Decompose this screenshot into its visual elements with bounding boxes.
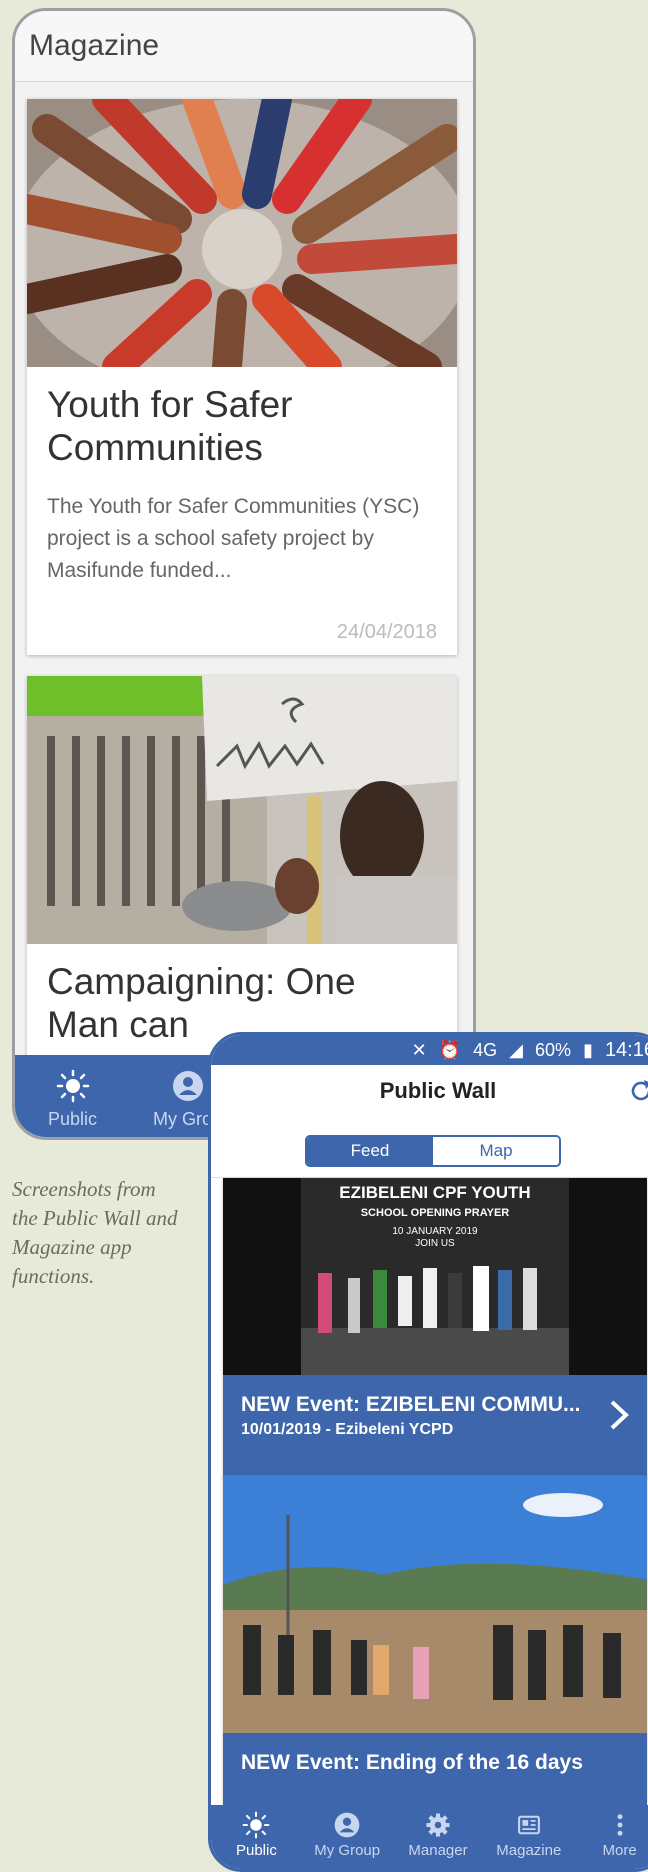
article-date: 24/04/2018 <box>336 621 437 643</box>
feed-item[interactable]: EZIBELENI CPF YOUTH SCHOOL OPENING PRAYE… <box>223 1178 647 1478</box>
nav-public[interactable]: Public <box>211 1805 302 1869</box>
event-image-poster: EZIBELENI CPF YOUTH SCHOOL OPENING PRAYE… <box>223 1178 647 1375</box>
magazine-phone: Magazine Youth for Safer Communities The… <box>12 8 476 1140</box>
more-vertical-icon <box>617 1814 623 1836</box>
feed-item-text: NEW Event: EZIBELENI COMMU... 10/01/2019… <box>223 1375 647 1439</box>
nav-label: My Group <box>314 1842 381 1859</box>
sun-icon <box>56 1069 89 1103</box>
poster-line-4: JOIN US <box>415 1238 455 1249</box>
tab-map[interactable]: Map <box>433 1137 559 1165</box>
newspaper-icon <box>517 1815 540 1835</box>
article-card[interactable]: Youth for Safer Communities The Youth fo… <box>27 99 457 655</box>
sun-icon <box>243 1811 270 1839</box>
nav-label: Magazine <box>496 1842 562 1859</box>
magazine-header: Magazine <box>15 11 473 82</box>
nav-magazine[interactable]: Magazine <box>483 1805 574 1869</box>
view-toggle: Feed Map <box>305 1135 561 1167</box>
feed-item-title: NEW Event: EZIBELENI COMMU... <box>241 1393 581 1416</box>
page-title: Magazine <box>29 29 160 62</box>
mute-icon: ✕ <box>411 1039 427 1060</box>
nav-more[interactable]: More <box>574 1805 648 1869</box>
nav-label: Manager <box>408 1842 468 1859</box>
figure-caption: Screenshots from the Public Wall and Mag… <box>12 1177 178 1288</box>
nav-my-group[interactable]: My Group <box>302 1805 393 1869</box>
article-title: Campaigning: One Man can <box>47 961 356 1045</box>
article-title: Youth for Safer Communities <box>47 384 293 468</box>
bottom-nav: Public My Group Manager Magazine More <box>211 1805 648 1869</box>
nav-label: More <box>602 1842 637 1859</box>
refresh-icon[interactable] <box>627 1077 648 1105</box>
event-image-crowd <box>223 1475 647 1733</box>
nav-label: Public <box>235 1842 277 1859</box>
battery-level: 60% <box>535 1039 572 1060</box>
feed-item-subtitle: 10/01/2019 - Ezibeleni YCPD <box>241 1421 454 1438</box>
signal-icon: ◢ <box>509 1039 523 1060</box>
feed-item-title: NEW Event: Ending of the 16 days <box>241 1751 583 1774</box>
poster-line-2: SCHOOL OPENING PRAYER <box>361 1207 510 1219</box>
nav-label: Public <box>47 1109 98 1129</box>
feed-item-text: NEW Event: Ending of the 16 days <box>223 1733 647 1775</box>
chevron-right-icon <box>610 1400 629 1430</box>
clock: 14:16 <box>604 1038 648 1061</box>
alarm-icon: ⏰ <box>438 1039 462 1060</box>
article-image-hands <box>27 99 457 367</box>
network-indicator: 4G <box>473 1039 498 1060</box>
poster-line-3: 10 JANUARY 2019 <box>392 1226 478 1237</box>
status-bar: ✕ ⏰ 4G ◢ 60% ▮ 14:16 <box>211 1035 648 1065</box>
article-image-protest <box>27 676 457 944</box>
tab-feed[interactable]: Feed <box>307 1137 433 1165</box>
gear-icon <box>426 1813 450 1837</box>
header: Public Wall <box>211 1065 648 1117</box>
nav-manager[interactable]: Manager <box>393 1805 484 1869</box>
page-title: Public Wall <box>379 1078 497 1103</box>
nav-public[interactable]: Public <box>15 1055 130 1137</box>
battery-icon: ▮ <box>583 1039 593 1060</box>
poster-line-1: EZIBELENI CPF YOUTH <box>339 1183 530 1202</box>
article-description: The Youth for Safer Communities (YSC) pr… <box>47 495 420 582</box>
feed-item[interactable]: NEW Event: Ending of the 16 days <box>223 1475 647 1835</box>
user-circle-icon <box>334 1812 360 1838</box>
public-wall-phone: ✕ ⏰ 4G ◢ 60% ▮ 14:16 Public Wall Feed Ma… <box>208 1032 648 1872</box>
user-circle-icon <box>172 1071 203 1101</box>
